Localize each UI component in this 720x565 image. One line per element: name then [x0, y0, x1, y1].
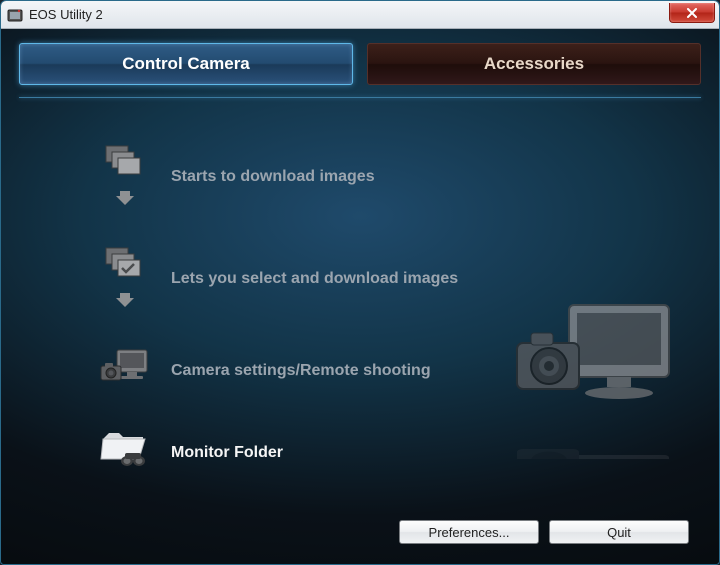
menu-item-download[interactable]: Starts to download images: [97, 144, 701, 210]
stacked-images-icon: [102, 144, 148, 185]
decorative-illustration: [509, 299, 679, 464]
app-icon: [7, 7, 23, 23]
tab-label: Accessories: [484, 54, 584, 74]
tab-bar: Control Camera Accessories: [19, 43, 701, 85]
stacked-images-check-icon: [102, 246, 148, 287]
tab-control-camera[interactable]: Control Camera: [19, 43, 353, 85]
preferences-button[interactable]: Preferences...: [399, 520, 539, 544]
footer-buttons: Preferences... Quit: [19, 514, 701, 554]
menu-label: Camera settings/Remote shooting: [171, 362, 431, 380]
quit-button[interactable]: Quit: [549, 520, 689, 544]
content-area: Control Camera Accessories: [1, 29, 719, 564]
down-arrow-icon: [116, 191, 134, 210]
menu-label: Starts to download images: [171, 168, 375, 186]
button-label: Quit: [607, 525, 631, 540]
camera-monitor-icon: [99, 348, 151, 393]
down-arrow-icon: [116, 293, 134, 312]
folder-binoculars-icon: [99, 429, 151, 476]
tab-accessories[interactable]: Accessories: [367, 43, 701, 85]
close-icon: [686, 8, 698, 18]
menu-label: Monitor Folder: [171, 444, 283, 462]
menu-label: Lets you select and download images: [171, 270, 458, 288]
window-title: EOS Utility 2: [29, 7, 103, 22]
button-label: Preferences...: [429, 525, 510, 540]
tab-underline: [19, 97, 701, 98]
titlebar: EOS Utility 2: [1, 1, 719, 29]
app-window: EOS Utility 2 Control Camera Accessories: [0, 0, 720, 565]
close-button[interactable]: [669, 3, 715, 23]
tab-label: Control Camera: [122, 54, 250, 74]
